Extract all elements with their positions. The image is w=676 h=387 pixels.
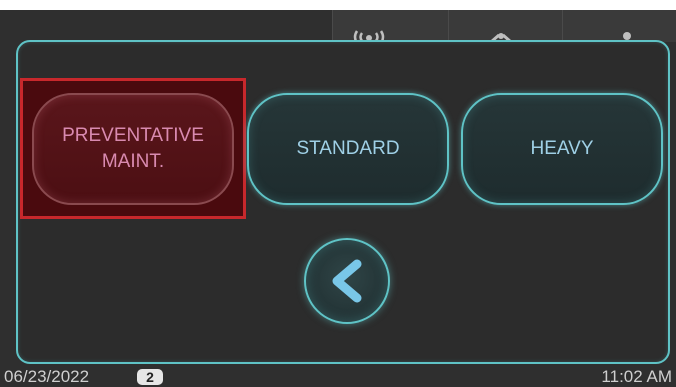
topbar-segment-signal[interactable]: [332, 10, 449, 42]
heavy-button[interactable]: HEAVY: [461, 93, 663, 205]
standard-button[interactable]: STANDARD: [247, 93, 449, 205]
date-display: 06/23/2022: [4, 367, 90, 386]
topbar-segment-user[interactable]: [562, 10, 676, 42]
time-display: 11:02 AM: [601, 367, 672, 386]
bottom-status-bar: 06/23/2022 2 11:02 AM: [0, 366, 676, 387]
topbar-segment-service[interactable]: [448, 10, 563, 42]
back-button[interactable]: [304, 238, 390, 324]
top-status-bar: [332, 10, 676, 42]
preventative-maintenance-button[interactable]: PREVENTATIVE MAINT.: [32, 93, 234, 205]
notification-badge[interactable]: 2: [137, 369, 163, 385]
screen: PREVENTATIVE MAINT. STANDARD HEAVY 06/23…: [0, 0, 676, 387]
chevron-left-icon: [332, 259, 362, 303]
